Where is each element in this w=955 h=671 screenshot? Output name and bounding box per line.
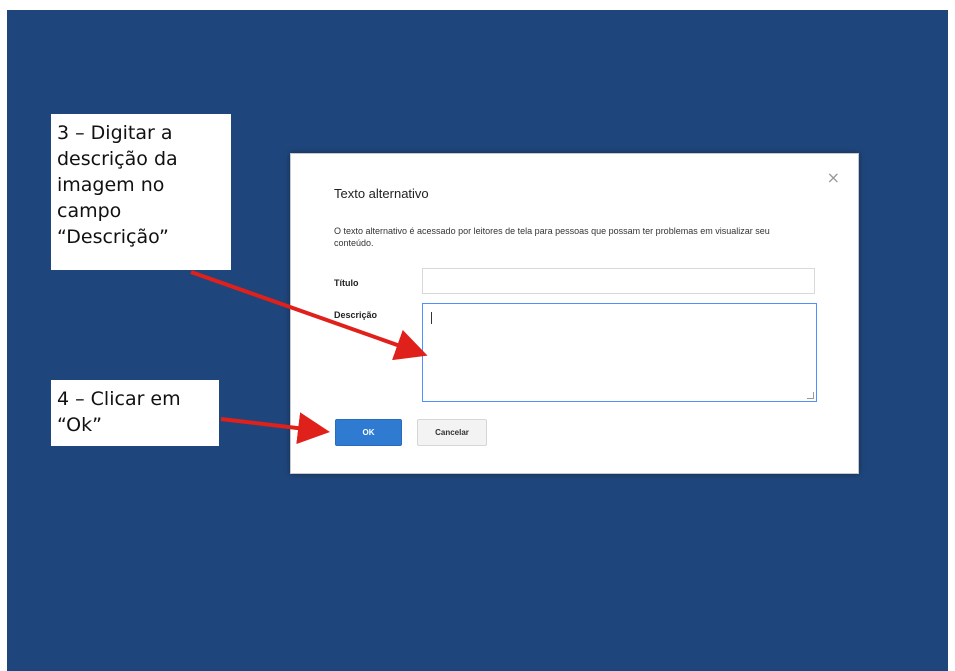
resize-grip-icon[interactable] — [807, 392, 814, 399]
callout-step-3: 3 – Digitar a descrição da imagem no cam… — [51, 114, 231, 270]
descricao-label: Descrição — [334, 310, 378, 320]
text-caret — [431, 312, 432, 324]
callout-3-line-2: descrição da — [57, 148, 178, 170]
alt-text-dialog: × Texto alternativo O texto alternativo … — [290, 153, 859, 474]
titulo-label: Título — [334, 278, 359, 288]
callout-3-line-4: campo — [57, 200, 122, 222]
titulo-input[interactable] — [422, 268, 815, 294]
cancel-button[interactable]: Cancelar — [417, 419, 487, 446]
dialog-description: O texto alternativo é acessado por leito… — [334, 226, 770, 248]
callout-3-line-3: imagem no — [57, 174, 165, 196]
callout-4-line-2: “Ok” — [57, 414, 102, 436]
close-icon[interactable]: × — [827, 168, 840, 187]
callout-3-line-1: 3 – Digitar a — [57, 122, 173, 144]
dialog-title: Texto alternativo — [334, 186, 429, 201]
callout-3-line-5: “Descrição” — [57, 226, 169, 248]
ok-button[interactable]: OK — [335, 419, 402, 446]
descricao-textarea[interactable] — [422, 303, 817, 402]
callout-step-4: 4 – Clicar em “Ok” — [51, 380, 219, 446]
callout-4-line-1: 4 – Clicar em — [57, 388, 181, 410]
